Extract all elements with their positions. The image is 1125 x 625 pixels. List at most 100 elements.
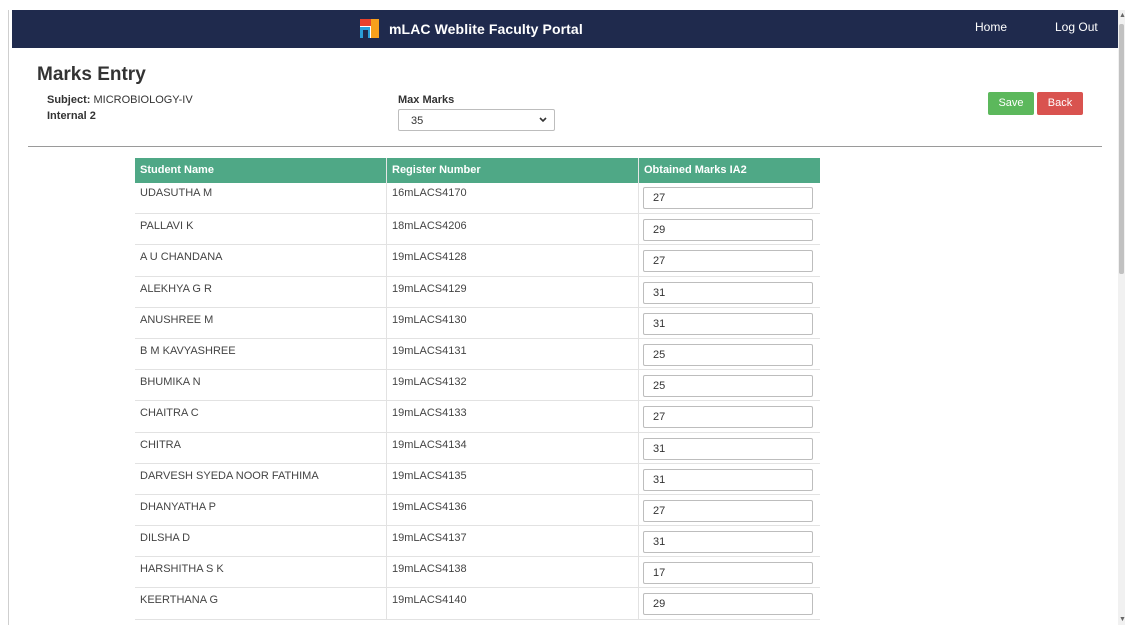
table-row: PALLAVI K 18mLACS4206 bbox=[135, 214, 820, 246]
obtained-marks-cell bbox=[639, 401, 820, 431]
student-name-cell: HARSHITHA S K bbox=[135, 557, 387, 588]
register-number-cell: 19mLACS4136 bbox=[387, 494, 639, 526]
table-row: CHITRA 19mLACS4134 bbox=[135, 432, 820, 464]
register-number-cell: 19mLACS4132 bbox=[387, 370, 639, 401]
column-header-register-number: Register Number bbox=[387, 158, 639, 183]
table-row: ALEKHYA G R 19mLACS4129 bbox=[135, 276, 820, 308]
save-button[interactable]: Save bbox=[988, 92, 1034, 115]
marks-table: Student Name Register Number Obtained Ma… bbox=[135, 158, 820, 620]
student-name-cell: ALEKHYA G R bbox=[135, 276, 387, 307]
student-name-cell: KEERTHANA G bbox=[135, 588, 387, 619]
table-row: ANUSHREE M 19mLACS4130 bbox=[135, 307, 820, 339]
marks-input[interactable] bbox=[643, 187, 813, 209]
column-header-obtained-marks: Obtained Marks IA2 bbox=[644, 164, 747, 176]
column-header-student-name: Student Name bbox=[135, 158, 387, 183]
portal-title: mLAC Weblite Faculty Portal bbox=[389, 20, 583, 37]
marks-input[interactable] bbox=[643, 468, 813, 491]
table-body: UDASUTHA M16mLACS4170PALLAVI K18mLACS420… bbox=[135, 183, 820, 620]
table-row: A U CHANDANA 19mLACS4128 bbox=[135, 245, 820, 277]
obtained-marks-cell bbox=[639, 588, 820, 618]
obtained-marks-cell bbox=[639, 464, 820, 494]
register-number-cell: 19mLACS4133 bbox=[387, 401, 639, 432]
scrollbar-thumb[interactable] bbox=[1119, 24, 1124, 274]
register-number-cell: 16mLACS4170 bbox=[387, 183, 639, 214]
register-number-cell: 19mLACS4140 bbox=[387, 588, 639, 619]
table-row: BHUMIKA N 19mLACS4132 bbox=[135, 370, 820, 402]
page-scrollbar[interactable]: ▲ ▼ bbox=[1118, 10, 1125, 625]
home-link[interactable]: Home bbox=[975, 20, 1007, 34]
browser-frame: mLAC Weblite Faculty Portal Home Log Out… bbox=[0, 0, 1125, 625]
obtained-marks-cell bbox=[639, 433, 820, 463]
marks-input[interactable] bbox=[643, 437, 813, 460]
obtained-marks-cell bbox=[639, 277, 820, 307]
marks-input[interactable] bbox=[643, 312, 813, 335]
obtained-marks-cell bbox=[639, 495, 820, 525]
table-row: DHANYATHA P 19mLACS4136 bbox=[135, 494, 820, 527]
top-navbar: mLAC Weblite Faculty Portal Home Log Out bbox=[12, 10, 1118, 48]
obtained-marks-cell bbox=[639, 370, 820, 400]
logout-link[interactable]: Log Out bbox=[1055, 20, 1098, 34]
marks-input[interactable] bbox=[643, 406, 813, 429]
student-name-cell: DHANYATHA P bbox=[135, 494, 387, 526]
obtained-marks-cell bbox=[639, 526, 820, 556]
marks-input[interactable] bbox=[643, 281, 813, 304]
register-number-cell: 19mLACS4138 bbox=[387, 557, 639, 588]
scroll-down-icon[interactable]: ▼ bbox=[1119, 616, 1125, 623]
mlac-logo-icon bbox=[360, 19, 379, 38]
marks-input[interactable] bbox=[643, 562, 813, 585]
obtained-marks-cell bbox=[639, 339, 820, 369]
obtained-marks-cell bbox=[639, 245, 820, 275]
scroll-up-icon[interactable]: ▲ bbox=[1119, 12, 1125, 19]
student-name-cell: UDASUTHA M bbox=[135, 183, 387, 214]
register-number-cell: 19mLACS4129 bbox=[387, 276, 639, 307]
student-name-cell: ANUSHREE M bbox=[135, 307, 387, 338]
student-name-cell: CHAITRA C bbox=[135, 401, 387, 432]
subject-label: Subject: bbox=[47, 94, 91, 106]
back-button[interactable]: Back bbox=[1037, 92, 1083, 115]
student-name-cell: CHITRA bbox=[135, 432, 387, 463]
student-name-cell: PALLAVI K bbox=[135, 214, 387, 245]
marks-input[interactable] bbox=[643, 531, 813, 554]
max-marks-select[interactable]: 35 bbox=[398, 109, 555, 131]
table-row: KEERTHANA G 19mLACS4140 bbox=[135, 588, 820, 620]
register-number-cell: 19mLACS4130 bbox=[387, 307, 639, 338]
obtained-marks-cell bbox=[639, 183, 820, 213]
student-name-cell: DILSHA D bbox=[135, 526, 387, 557]
marks-input[interactable] bbox=[643, 343, 813, 366]
register-number-cell: 19mLACS4134 bbox=[387, 432, 639, 463]
register-number-cell: 19mLACS4135 bbox=[387, 463, 639, 494]
register-number-cell: 19mLACS4137 bbox=[387, 526, 639, 557]
obtained-marks-cell bbox=[639, 557, 820, 587]
table-header: Student Name Register Number Obtained Ma… bbox=[135, 158, 820, 183]
obtained-marks-cell bbox=[639, 214, 820, 244]
page-title: Marks Entry bbox=[37, 64, 146, 85]
student-name-cell: A U CHANDANA bbox=[135, 245, 387, 276]
marks-input[interactable] bbox=[643, 593, 813, 616]
marks-input[interactable] bbox=[643, 219, 813, 242]
subject-line: Subject: MICROBIOLOGY-IV bbox=[47, 94, 193, 106]
marks-input[interactable] bbox=[643, 250, 813, 273]
marks-input[interactable] bbox=[643, 499, 813, 522]
student-name-cell: DARVESH SYEDA NOOR FATHIMA bbox=[135, 463, 387, 494]
window-edge bbox=[8, 10, 9, 625]
student-name-cell: BHUMIKA N bbox=[135, 370, 387, 401]
student-name-cell: B M KAVYASHREE bbox=[135, 338, 387, 370]
brand[interactable]: mLAC Weblite Faculty Portal bbox=[360, 19, 583, 38]
header-divider bbox=[28, 146, 1102, 147]
table-row: DILSHA D 19mLACS4137 bbox=[135, 526, 820, 558]
subject-value: MICROBIOLOGY-IV bbox=[93, 94, 193, 106]
obtained-marks-cell bbox=[639, 308, 820, 338]
marks-input[interactable] bbox=[643, 375, 813, 398]
register-number-cell: 19mLACS4131 bbox=[387, 338, 639, 370]
register-number-cell: 19mLACS4128 bbox=[387, 245, 639, 276]
table-row: B M KAVYASHREE 19mLACS4131 bbox=[135, 338, 820, 371]
table-row: CHAITRA C 19mLACS4133 bbox=[135, 401, 820, 433]
register-number-cell: 18mLACS4206 bbox=[387, 214, 639, 245]
chevron-down-icon bbox=[539, 117, 547, 123]
table-row: HARSHITHA S K 19mLACS4138 bbox=[135, 557, 820, 589]
internal-label: Internal 2 bbox=[47, 110, 96, 122]
max-marks-value: 35 bbox=[411, 115, 424, 127]
table-row: DARVESH SYEDA NOOR FATHIMA 19mLACS4135 bbox=[135, 463, 820, 495]
table-row: UDASUTHA M 16mLACS4170 bbox=[135, 183, 820, 215]
max-marks-label: Max Marks bbox=[398, 94, 455, 106]
